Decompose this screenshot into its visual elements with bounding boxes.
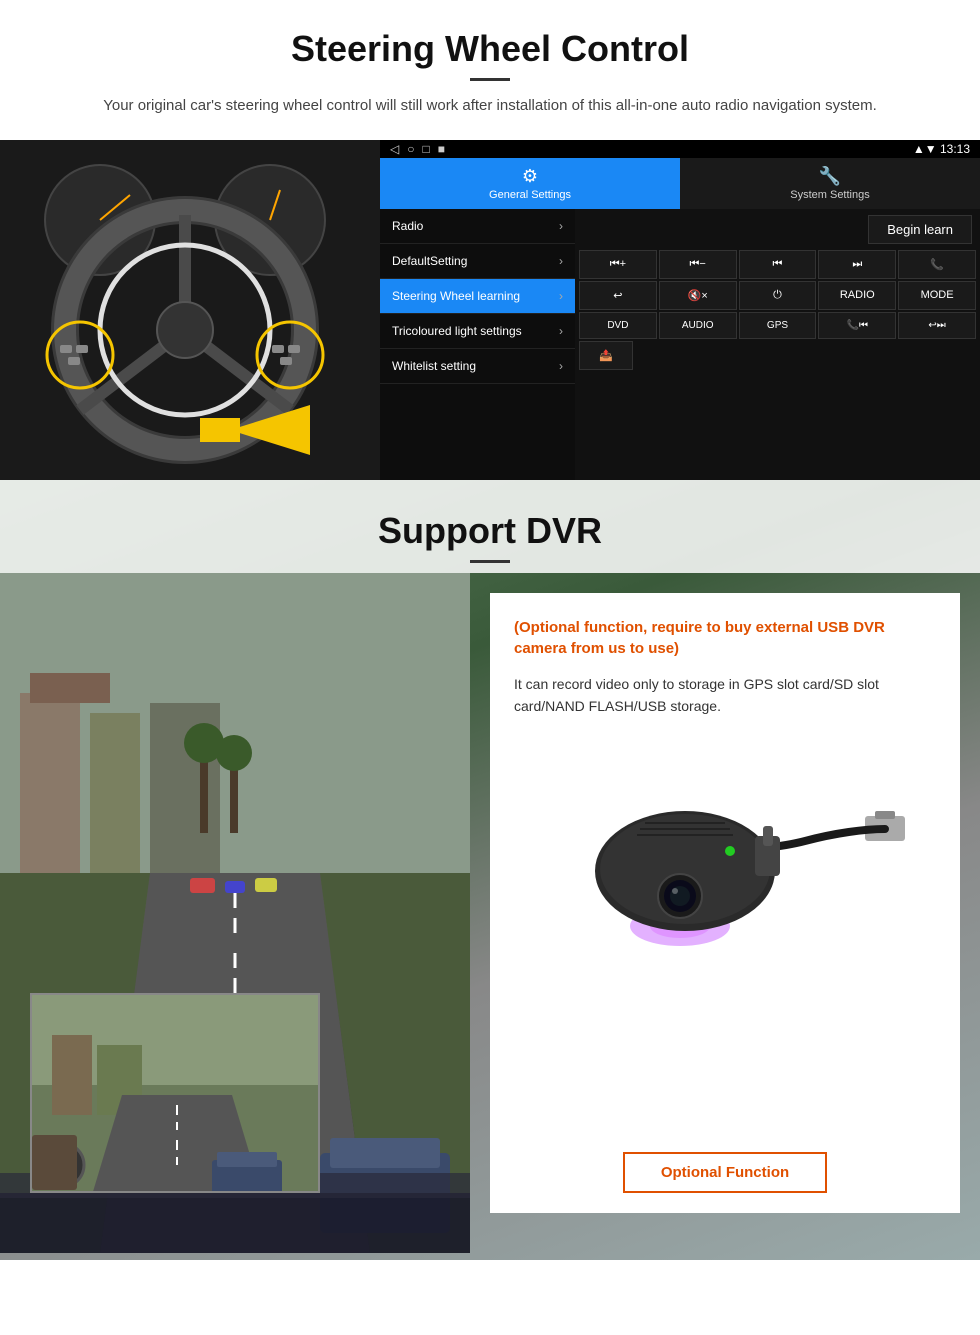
gear-icon: ⚙ [522, 166, 538, 187]
android-content: Radio › DefaultSetting › Steering Wheel … [380, 209, 980, 480]
controls-row-1: ⏮+ ⏮− ⏮ ⏭ 📞 [579, 250, 976, 279]
menu-default-label: DefaultSetting [392, 254, 467, 268]
steering-photo-bg [0, 140, 380, 480]
dvr-section: Support DVR [0, 480, 980, 1260]
steering-description: Your original car's steering wheel contr… [40, 95, 940, 118]
menu-radio-label: Radio [392, 219, 423, 233]
ctrl-extra[interactable]: 📤 [579, 341, 633, 370]
title-divider [470, 78, 510, 81]
dvr-description: It can record video only to storage in G… [514, 673, 936, 718]
menu-steering-label: Steering Wheel learning [392, 289, 520, 303]
ctrl-vol-up[interactable]: ⏮+ [579, 250, 657, 279]
dvr-optional-text: (Optional function, require to buy exter… [514, 617, 936, 659]
dvr-title: Support DVR [0, 510, 980, 552]
ctrl-next-track[interactable]: ⏭ [818, 250, 896, 279]
ctrl-back[interactable]: ↩ [579, 281, 657, 310]
ctrl-gps[interactable]: GPS [739, 312, 817, 339]
ctrl-phone-prev[interactable]: 📞⏮ [818, 312, 896, 339]
controls-panel: Begin learn ⏮+ ⏮− ⏮ ⏭ 📞 ↩ [575, 209, 980, 480]
menu-whitelist-label: Whitelist setting [392, 359, 476, 373]
chevron-icon: › [559, 219, 563, 233]
ctrl-mode[interactable]: MODE [898, 281, 976, 310]
menu-item-default-setting[interactable]: DefaultSetting › [380, 244, 575, 279]
system-icon: 🔧 [819, 166, 841, 187]
chevron-icon: › [559, 359, 563, 373]
menu-tricoloured-label: Tricoloured light settings [392, 324, 522, 338]
ctrl-dvd[interactable]: DVD [579, 312, 657, 339]
ctrl-prev-track[interactable]: ⏮ [739, 250, 817, 279]
back-icon: ◁ [390, 142, 399, 156]
clock: 13:13 [940, 142, 970, 156]
begin-learn-row: Begin learn [575, 209, 980, 250]
dvr-left-panel [0, 573, 470, 1253]
steering-title: Steering Wheel Control [40, 28, 940, 70]
android-tabs[interactable]: ⚙ General Settings 🔧 System Settings [380, 158, 980, 209]
menu-item-radio[interactable]: Radio › [380, 209, 575, 244]
menu-item-tricoloured[interactable]: Tricoloured light settings › [380, 314, 575, 349]
dvr-thumbnail [30, 993, 320, 1193]
ctrl-back-next[interactable]: ↩⏭ [898, 312, 976, 339]
steering-wheel-svg [0, 140, 380, 480]
ctrl-phone[interactable]: 📞 [898, 250, 976, 279]
ctrl-vol-down[interactable]: ⏮− [659, 250, 737, 279]
dvr-title-area: Support DVR [0, 480, 980, 573]
ctrl-power[interactable]: ⏻ [739, 281, 817, 310]
dvr-right-panel: (Optional function, require to buy exter… [470, 573, 980, 1253]
steering-container: ◁ ○ □ ■ ▲▼ 13:13 ⚙ General Settings 🔧 [0, 140, 980, 480]
recents-icon: □ [422, 142, 429, 156]
ctrl-mute[interactable]: 🔇× [659, 281, 737, 310]
steering-title-area: Steering Wheel Control Your original car… [0, 0, 980, 128]
controls-row-3: DVD AUDIO GPS 📞⏮ ↩⏭ [579, 312, 976, 339]
dvr-thumbnail-svg [32, 995, 320, 1193]
chevron-icon: › [559, 289, 563, 303]
dvr-camera-image [514, 741, 936, 961]
begin-learn-button[interactable]: Begin learn [868, 215, 972, 244]
chevron-icon: › [559, 254, 563, 268]
menu-icon: ■ [438, 142, 445, 156]
ctrl-radio[interactable]: RADIO [818, 281, 896, 310]
tab-system-label: System Settings [790, 189, 869, 201]
optional-function-button[interactable]: Optional Function [623, 1152, 827, 1193]
dvr-body: (Optional function, require to buy exter… [0, 573, 980, 1253]
tab-general-label: General Settings [489, 189, 571, 201]
dvr-divider [470, 560, 510, 563]
dvr-camera-svg [525, 741, 925, 961]
menu-item-whitelist[interactable]: Whitelist setting › [380, 349, 575, 384]
controls-row-4: 📤 [579, 341, 976, 370]
dvr-info-card: (Optional function, require to buy exter… [490, 593, 960, 1213]
steering-photo [0, 140, 380, 480]
home-icon: ○ [407, 142, 414, 156]
android-statusbar: ◁ ○ □ ■ ▲▼ 13:13 [380, 140, 980, 158]
statusbar-time: ▲▼ 13:13 [913, 142, 970, 156]
dvr-road-background [0, 573, 470, 1253]
menu-item-steering-wheel[interactable]: Steering Wheel learning › [380, 279, 575, 314]
steering-section: Steering Wheel Control Your original car… [0, 0, 980, 480]
controls-row-2: ↩ 🔇× ⏻ RADIO MODE [579, 281, 976, 310]
controls-grid: ⏮+ ⏮− ⏮ ⏭ 📞 ↩ 🔇× ⏻ RADIO MODE [575, 250, 980, 374]
ctrl-audio[interactable]: AUDIO [659, 312, 737, 339]
tab-general-settings[interactable]: ⚙ General Settings [380, 158, 680, 209]
chevron-icon: › [559, 324, 563, 338]
signal-icon: ▲▼ [913, 142, 940, 156]
menu-panel: Radio › DefaultSetting › Steering Wheel … [380, 209, 575, 480]
tab-system-settings[interactable]: 🔧 System Settings [680, 158, 980, 209]
android-panel: ◁ ○ □ ■ ▲▼ 13:13 ⚙ General Settings 🔧 [380, 140, 980, 480]
statusbar-icons: ◁ ○ □ ■ [390, 142, 445, 156]
